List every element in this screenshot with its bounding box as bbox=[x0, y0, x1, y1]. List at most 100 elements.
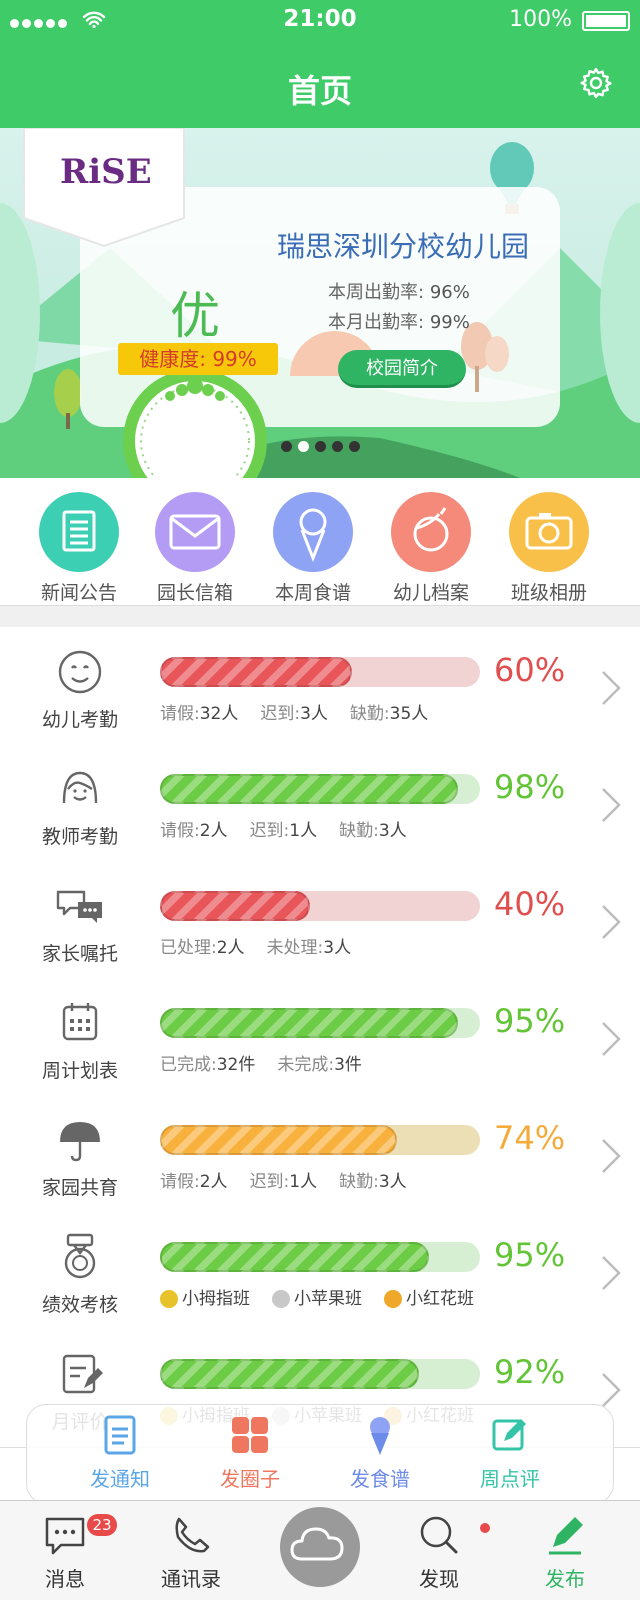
quick-album[interactable]: 班级相册 bbox=[490, 492, 608, 605]
progress-fill bbox=[160, 1125, 397, 1155]
monthly-attendance-label: 本月出勤率: bbox=[328, 312, 425, 333]
quick-menu[interactable]: 本周食谱 bbox=[254, 492, 372, 605]
detail-key: 迟到: bbox=[260, 704, 301, 724]
calendar-icon bbox=[50, 993, 110, 1057]
stat-row[interactable]: 家长嘱托 40% 已处理:2人 未处理:3人 bbox=[0, 861, 640, 980]
discover-dot bbox=[480, 1523, 490, 1533]
chevron-right-icon bbox=[600, 903, 622, 945]
school-intro-button[interactable]: 校园简介 bbox=[338, 350, 466, 388]
publish-notice[interactable]: 发通知 bbox=[65, 1413, 175, 1492]
progress-track bbox=[160, 657, 480, 687]
detail-value: 32件 bbox=[216, 1055, 256, 1075]
chevron-right-icon bbox=[600, 1137, 622, 1179]
page-dot[interactable] bbox=[348, 441, 360, 452]
stat-label: 家园共育 bbox=[41, 1177, 118, 1199]
umbrella-icon bbox=[50, 1110, 110, 1174]
page-title: 首页 bbox=[287, 72, 352, 110]
stat-label: 绩效考核 bbox=[41, 1294, 118, 1316]
publish-recipe[interactable]: 发食谱 bbox=[325, 1413, 435, 1492]
stat-percent: 74% bbox=[494, 1119, 566, 1157]
tab-contacts[interactable]: 通讯录 bbox=[136, 1513, 246, 1592]
stat-percent: 60% bbox=[494, 651, 566, 689]
tab-publish[interactable]: 发布 bbox=[510, 1513, 620, 1592]
stat-detail: 小拇指班 小苹果班 小红花班 bbox=[160, 1284, 496, 1309]
gear-icon[interactable] bbox=[580, 67, 612, 99]
rise-logo: RiSE bbox=[60, 152, 152, 192]
class-name: 小红花班 bbox=[406, 1289, 474, 1309]
ice-cream-icon bbox=[273, 492, 353, 572]
progress-track bbox=[160, 774, 480, 804]
page-dot[interactable] bbox=[314, 441, 326, 452]
page-dot-active[interactable] bbox=[297, 441, 309, 452]
publish-review[interactable]: 周点评 bbox=[455, 1413, 565, 1492]
publish-circle-label: 发圈子 bbox=[220, 1467, 280, 1491]
progress-fill bbox=[160, 1359, 420, 1389]
quick-news[interactable]: 新闻公告 bbox=[20, 492, 138, 605]
detail-key: 未处理: bbox=[266, 938, 324, 958]
status-bar: 21:00 100% bbox=[0, 0, 640, 40]
school-banner[interactable]: 瑞思深圳分校幼儿园 本周出勤率: 96% 本月出勤率: 99% 校园简介 优 健… bbox=[0, 128, 640, 478]
stat-label: 家长嘱托 bbox=[41, 943, 118, 965]
monthly-attendance: 本月出勤率: 99% bbox=[328, 308, 470, 334]
quick-menu-label: 本周食谱 bbox=[274, 582, 351, 604]
stat-label: 周计划表 bbox=[41, 1060, 118, 1082]
mail-icon bbox=[155, 492, 235, 572]
stat-row[interactable]: 幼儿考勤 60% 请假:32人 迟到:3人 缺勤:35人 bbox=[0, 627, 640, 746]
banner-pager[interactable] bbox=[0, 437, 640, 456]
page-dot[interactable] bbox=[280, 441, 292, 452]
publish-notice-label: 发通知 bbox=[90, 1467, 150, 1491]
publish-circle[interactable]: 发圈子 bbox=[195, 1413, 305, 1492]
circle-icon bbox=[232, 1417, 268, 1453]
stat-label: 教师考勤 bbox=[41, 826, 118, 848]
tab-discover-label: 发现 bbox=[419, 1567, 459, 1591]
detail-key: 迟到: bbox=[249, 821, 290, 841]
progress-fill bbox=[160, 774, 458, 804]
health-label: 健康度: bbox=[139, 347, 206, 371]
medal-icon bbox=[272, 1290, 290, 1308]
quick-child-file[interactable]: 幼儿档案 bbox=[372, 492, 490, 605]
tab-discover[interactable]: 发现 bbox=[384, 1513, 494, 1592]
header: 21:00 100% 首页 bbox=[0, 0, 640, 128]
stat-percent: 40% bbox=[494, 885, 566, 923]
weekly-attendance: 本周出勤率: 96% bbox=[328, 278, 470, 304]
detail-key: 缺勤: bbox=[339, 1172, 379, 1192]
quick-album-label: 班级相册 bbox=[510, 582, 587, 604]
stat-detail: 已处理:2人 未处理:3人 bbox=[160, 933, 373, 958]
stat-row[interactable]: 周计划表 95% 已完成:32件 未完成:3件 bbox=[0, 978, 640, 1097]
pen-icon bbox=[549, 1517, 583, 1555]
cloud-center-button[interactable] bbox=[280, 1507, 360, 1587]
evaluation-icon bbox=[50, 1344, 110, 1408]
quick-mailbox[interactable]: 园长信箱 bbox=[136, 492, 254, 605]
stat-detail: 请假:2人 迟到:1人 缺勤:3人 bbox=[160, 816, 429, 841]
message-icon bbox=[45, 1517, 85, 1555]
kindergarten-name: 瑞思深圳分校幼儿园 bbox=[277, 230, 530, 263]
progress-fill bbox=[160, 657, 352, 687]
tab-contacts-label: 通讯录 bbox=[161, 1567, 221, 1591]
stat-row[interactable]: 家园共育 74% 请假:2人 迟到:1人 缺勤:3人 bbox=[0, 1095, 640, 1214]
stat-row[interactable]: 绩效考核 95% 小拇指班 小苹果班 小红花班 bbox=[0, 1212, 640, 1331]
chevron-right-icon bbox=[600, 1254, 622, 1296]
progress-fill bbox=[160, 1008, 458, 1038]
detail-key: 请假: bbox=[160, 1172, 200, 1192]
progress-track bbox=[160, 1008, 480, 1038]
progress-fill bbox=[160, 891, 311, 921]
unread-badge: 23 bbox=[87, 1514, 117, 1536]
chevron-right-icon bbox=[600, 669, 622, 711]
tab-publish-label: 发布 bbox=[545, 1567, 585, 1591]
app-screen: 21:00 100% 首页 瑞思深圳分校幼儿园 本周出勤率: 96% 本月出勤率… bbox=[0, 0, 640, 1600]
detail-value: 35人 bbox=[389, 704, 429, 724]
detail-value: 3人 bbox=[378, 821, 407, 841]
page-dot[interactable] bbox=[331, 441, 343, 452]
stat-row[interactable]: 教师考勤 98% 请假:2人 迟到:1人 缺勤:3人 bbox=[0, 744, 640, 863]
detail-value: 2人 bbox=[216, 938, 245, 958]
progress-track bbox=[160, 1359, 480, 1389]
tab-messages-label: 消息 bbox=[45, 1567, 85, 1591]
review-icon bbox=[492, 1419, 526, 1451]
detail-key: 已处理: bbox=[160, 938, 217, 958]
detail-key: 缺勤: bbox=[339, 821, 379, 841]
recipe-icon bbox=[370, 1417, 390, 1455]
teacher-icon bbox=[50, 759, 110, 823]
stat-percent: 98% bbox=[494, 768, 566, 806]
progress-track bbox=[160, 1242, 480, 1272]
publish-menu: 发通知 发圈子 发食谱 周点评 bbox=[26, 1404, 614, 1504]
